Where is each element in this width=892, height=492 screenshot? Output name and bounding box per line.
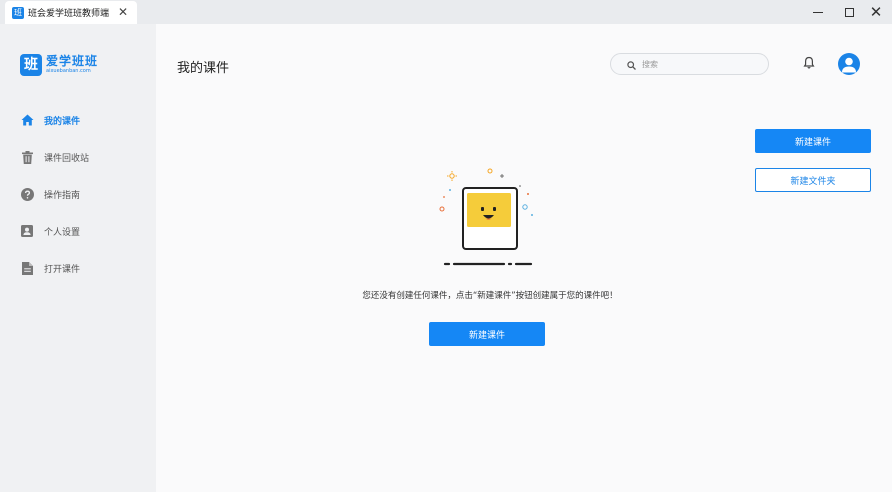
logo-mark: 班 <box>20 54 42 76</box>
maximize-button[interactable] <box>839 2 859 22</box>
maximize-icon <box>844 7 854 17</box>
search-icon <box>627 55 636 74</box>
trash-icon <box>20 150 34 164</box>
bell-icon[interactable] <box>801 55 817 71</box>
sidebar-item-label: 打开课件 <box>44 264 81 275</box>
logo: 班 爱学班班 aixuebanban.com <box>20 54 98 76</box>
sidebar-item-settings[interactable]: 个人设置 <box>20 222 80 240</box>
title-bar: 班 班会爱学班班教师端 ✕ ✕ <box>0 0 892 24</box>
minimize-icon <box>813 11 823 13</box>
empty-state-message: 您还没有创建任何课件，点击“新建课件”按钮创建属于您的课件吧！ <box>362 291 618 301</box>
new-folder-button[interactable]: 新建文件夹 <box>755 168 871 192</box>
sidebar-item-label: 个人设置 <box>44 227 81 238</box>
user-card-icon <box>20 224 34 238</box>
sidebar-item-recycle-bin[interactable]: 课件回收站 <box>20 148 89 166</box>
minimize-button[interactable] <box>808 2 828 22</box>
home-icon <box>20 113 34 127</box>
search-box[interactable] <box>610 53 769 75</box>
sidebar: 班 爱学班班 aixuebanban.com 我的课件 课件回收站 操作指南 个… <box>0 24 156 492</box>
app-icon: 班 <box>12 6 24 19</box>
help-icon <box>20 187 34 201</box>
sidebar-item-guide[interactable]: 操作指南 <box>20 185 80 203</box>
new-course-button[interactable]: 新建课件 <box>755 129 871 153</box>
logo-name: 爱学班班 <box>46 54 99 68</box>
sidebar-item-label: 操作指南 <box>44 190 81 201</box>
search-input[interactable] <box>642 59 752 69</box>
logo-subtitle: aixuebanban.com <box>46 68 91 74</box>
window-tab[interactable]: 班 班会爱学班班教师端 ✕ <box>5 1 137 24</box>
tab-close-icon[interactable]: ✕ <box>118 4 128 20</box>
avatar[interactable] <box>838 53 860 75</box>
sidebar-item-label: 我的课件 <box>44 116 81 127</box>
sidebar-item-open-course[interactable]: 打开课件 <box>20 259 80 277</box>
page-title: 我的课件 <box>177 61 230 76</box>
sidebar-item-my-courses[interactable]: 我的课件 <box>20 111 80 129</box>
sidebar-item-label: 课件回收站 <box>44 153 90 164</box>
empty-state-new-course-button[interactable]: 新建课件 <box>429 322 545 346</box>
tab-title: 班会爱学班班教师端 <box>28 9 110 19</box>
close-button[interactable]: ✕ <box>866 2 886 22</box>
file-icon <box>20 261 34 275</box>
empty-state-illustration <box>436 166 540 270</box>
